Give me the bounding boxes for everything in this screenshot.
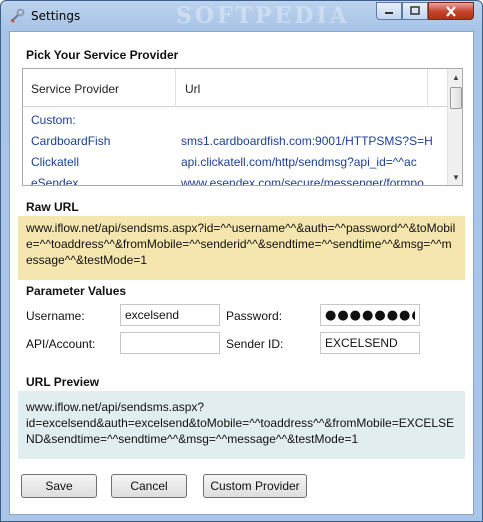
url-preview-section-title: URL Preview	[26, 375, 100, 389]
custom-provider-button[interactable]: Custom Provider	[203, 474, 307, 498]
api-account-input[interactable]	[120, 332, 220, 354]
provider-name: CardboardFish	[31, 134, 111, 148]
provider-name: Clickatell	[31, 155, 80, 169]
provider-list-scrollbar[interactable]: ▲ ▼	[447, 69, 462, 185]
username-label: Username:	[26, 309, 85, 323]
column-header-url[interactable]: Url	[185, 82, 200, 96]
settings-panel: Pick Your Service Provider Service Provi…	[9, 31, 474, 515]
sender-id-input[interactable]	[320, 332, 420, 354]
parameters-section-title: Parameter Values	[26, 284, 127, 298]
provider-list[interactable]: Service Provider Url Custom: CardboardFi…	[22, 68, 463, 186]
provider-row[interactable]: eSendex www.esendex.com/secure/messenger…	[23, 173, 447, 186]
column-separator[interactable]	[427, 69, 428, 107]
provider-url: api.clickatell.com/http/sendmsg?api_id=^…	[181, 155, 417, 169]
password-input[interactable]	[320, 304, 420, 326]
api-account-label: API/Account:	[26, 337, 96, 351]
url-preview-line-1: www.iflow.net/api/sendsms.aspx?	[26, 400, 205, 414]
provider-section-title: Pick Your Service Provider	[26, 48, 179, 62]
provider-row[interactable]: Custom:	[23, 110, 447, 131]
maximize-icon	[410, 6, 420, 15]
raw-url-section-title: Raw URL	[26, 200, 79, 214]
maximize-button[interactable]	[402, 2, 428, 20]
settings-app-icon	[9, 8, 25, 24]
url-preview-line-2: id=excelsend&auth=excelsend&toMobile=^^t…	[26, 416, 455, 446]
column-separator[interactable]	[175, 69, 176, 107]
save-button[interactable]: Save	[21, 474, 97, 498]
password-label: Password:	[226, 309, 283, 323]
provider-url: sms1.cardboardfish.com:9001/HTTPSMS?S=H	[181, 134, 433, 148]
username-input[interactable]	[120, 304, 220, 326]
raw-url-field[interactable]: www.iflow.net/api/sendsms.aspx?id=^^user…	[18, 216, 465, 280]
scroll-up-arrow-icon[interactable]: ▲	[448, 69, 462, 85]
provider-list-header: Service Provider Url	[23, 69, 447, 107]
cancel-button[interactable]: Cancel	[111, 474, 187, 498]
minimize-button[interactable]	[376, 2, 402, 20]
provider-row[interactable]: CardboardFish sms1.cardboardfish.com:900…	[23, 131, 447, 152]
close-icon	[446, 5, 456, 17]
url-preview-field: www.iflow.net/api/sendsms.aspx? id=excel…	[18, 391, 465, 459]
provider-name: eSendex	[31, 176, 79, 186]
provider-url: www.esendex.com/secure/messenger/formpo	[181, 176, 424, 186]
scroll-down-arrow-icon[interactable]: ▼	[448, 169, 462, 185]
close-button[interactable]	[428, 2, 474, 20]
sender-id-label: Sender ID:	[226, 337, 284, 351]
minimize-icon	[385, 12, 393, 14]
scroll-thumb[interactable]	[450, 87, 462, 109]
title-bar[interactable]: Settings SOFTPEDIA	[1, 1, 482, 31]
softpedia-watermark: SOFTPEDIA	[176, 3, 350, 29]
settings-window: Settings SOFTPEDIA Pick Your Service Pro…	[0, 0, 483, 522]
column-header-service-provider[interactable]: Service Provider	[31, 82, 119, 96]
provider-row[interactable]: Clickatell api.clickatell.com/http/sendm…	[23, 152, 447, 173]
provider-name: Custom:	[31, 113, 76, 127]
window-title: Settings	[31, 9, 81, 23]
